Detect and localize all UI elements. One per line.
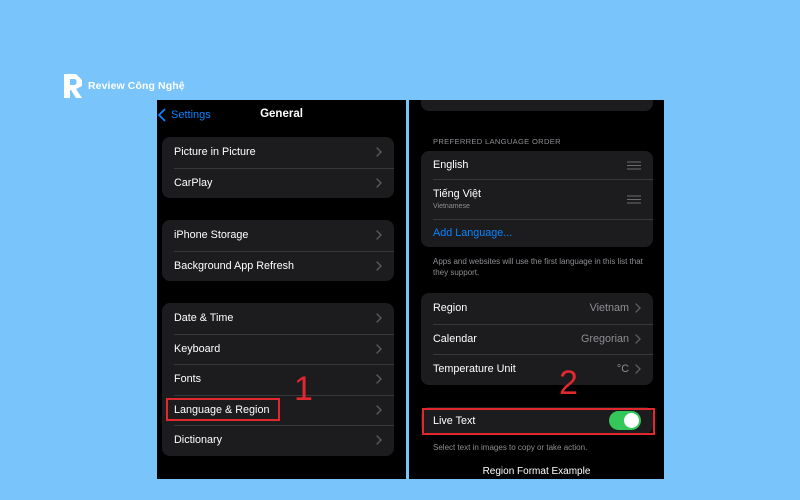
region-settings-group: Region Vietnam Calendar Gregorian Temper… xyxy=(421,293,653,385)
row-fonts[interactable]: Fonts xyxy=(162,364,394,395)
settings-group-3: Date & Time Keyboard Fonts Language & Re… xyxy=(162,303,394,456)
row-label: iPhone Storage xyxy=(174,229,249,242)
row-background-app-refresh[interactable]: Background App Refresh xyxy=(162,250,394,282)
language-name: English xyxy=(433,159,469,171)
general-settings-screen: Settings General Picture in Picture CarP… xyxy=(157,100,406,479)
add-language-button[interactable]: Add Language... xyxy=(433,227,641,239)
chevron-right-icon xyxy=(376,147,382,157)
row-region[interactable]: Region Vietnam xyxy=(421,293,653,324)
row-iphone-storage[interactable]: iPhone Storage xyxy=(162,220,394,251)
settings-group-2: iPhone Storage Background App Refresh xyxy=(162,220,394,281)
row-date-time[interactable]: Date & Time xyxy=(162,303,394,334)
chevron-right-icon xyxy=(376,405,382,415)
row-value: Vietnam xyxy=(589,302,629,315)
chevron-right-icon xyxy=(376,374,382,384)
row-picture-in-picture[interactable]: Picture in Picture xyxy=(162,137,394,168)
language-region-screen: PREFERRED LANGUAGE ORDER English Tiếng V… xyxy=(409,100,664,479)
logo: Review Công Nghệ xyxy=(62,72,185,100)
row-temperature-unit[interactable]: Temperature Unit °C xyxy=(421,354,653,385)
language-row-english[interactable]: English xyxy=(421,151,653,179)
chevron-right-icon xyxy=(376,230,382,240)
language-subtitle: Vietnamese xyxy=(433,203,470,210)
reorder-handle-icon[interactable] xyxy=(627,161,641,170)
row-label: Background App Refresh xyxy=(174,259,295,272)
row-label: Keyboard xyxy=(174,342,221,355)
row-label: Picture in Picture xyxy=(174,146,256,159)
chevron-right-icon xyxy=(635,364,641,374)
highlight-language-region xyxy=(166,398,280,421)
row-label: CarPlay xyxy=(174,176,213,189)
row-label: Date & Time xyxy=(174,312,234,325)
chevron-right-icon xyxy=(376,344,382,354)
row-label: Calendar xyxy=(433,332,477,345)
section-header-language-order: PREFERRED LANGUAGE ORDER xyxy=(433,137,561,146)
row-dictionary[interactable]: Dictionary xyxy=(162,425,394,456)
language-name: Tiếng Việt xyxy=(433,188,482,200)
scrolled-group-top xyxy=(421,100,653,111)
row-value: °C xyxy=(616,363,629,376)
live-text-footnote: Select text in images to copy or take ac… xyxy=(433,443,588,452)
step-number-1: 1 xyxy=(294,370,313,408)
step-number-2: 2 xyxy=(559,364,578,402)
language-row-vietnamese[interactable]: Tiếng Việt Vietnamese xyxy=(421,179,653,219)
settings-group-1: Picture in Picture CarPlay xyxy=(162,137,394,198)
logo-icon xyxy=(64,74,82,98)
row-carplay[interactable]: CarPlay xyxy=(162,167,394,199)
add-language-row[interactable]: Add Language... xyxy=(421,219,653,247)
chevron-right-icon xyxy=(376,178,382,188)
reorder-handle-icon[interactable] xyxy=(627,195,641,204)
row-label: Region xyxy=(433,302,468,315)
language-list: English Tiếng Việt Vietnamese Add Langua… xyxy=(421,151,653,247)
row-value: Gregorian xyxy=(580,332,629,345)
chevron-right-icon xyxy=(635,334,641,344)
region-format-title: Region Format Example xyxy=(482,466,591,477)
row-keyboard[interactable]: Keyboard xyxy=(162,333,394,365)
highlight-live-text xyxy=(422,408,655,435)
row-calendar[interactable]: Calendar Gregorian xyxy=(421,323,653,355)
chevron-right-icon xyxy=(635,303,641,313)
chevron-right-icon xyxy=(376,261,382,271)
chevron-right-icon xyxy=(376,313,382,323)
chevron-right-icon xyxy=(376,435,382,445)
row-label: Fonts xyxy=(174,373,202,386)
row-label: Dictionary xyxy=(174,434,223,447)
navbar: Settings General xyxy=(157,100,406,130)
row-label: Temperature Unit xyxy=(433,363,516,376)
language-footnote: Apps and websites will use the first lan… xyxy=(433,257,643,277)
logo-text: Review Công Nghệ xyxy=(88,80,185,92)
page-title: General xyxy=(260,108,303,120)
